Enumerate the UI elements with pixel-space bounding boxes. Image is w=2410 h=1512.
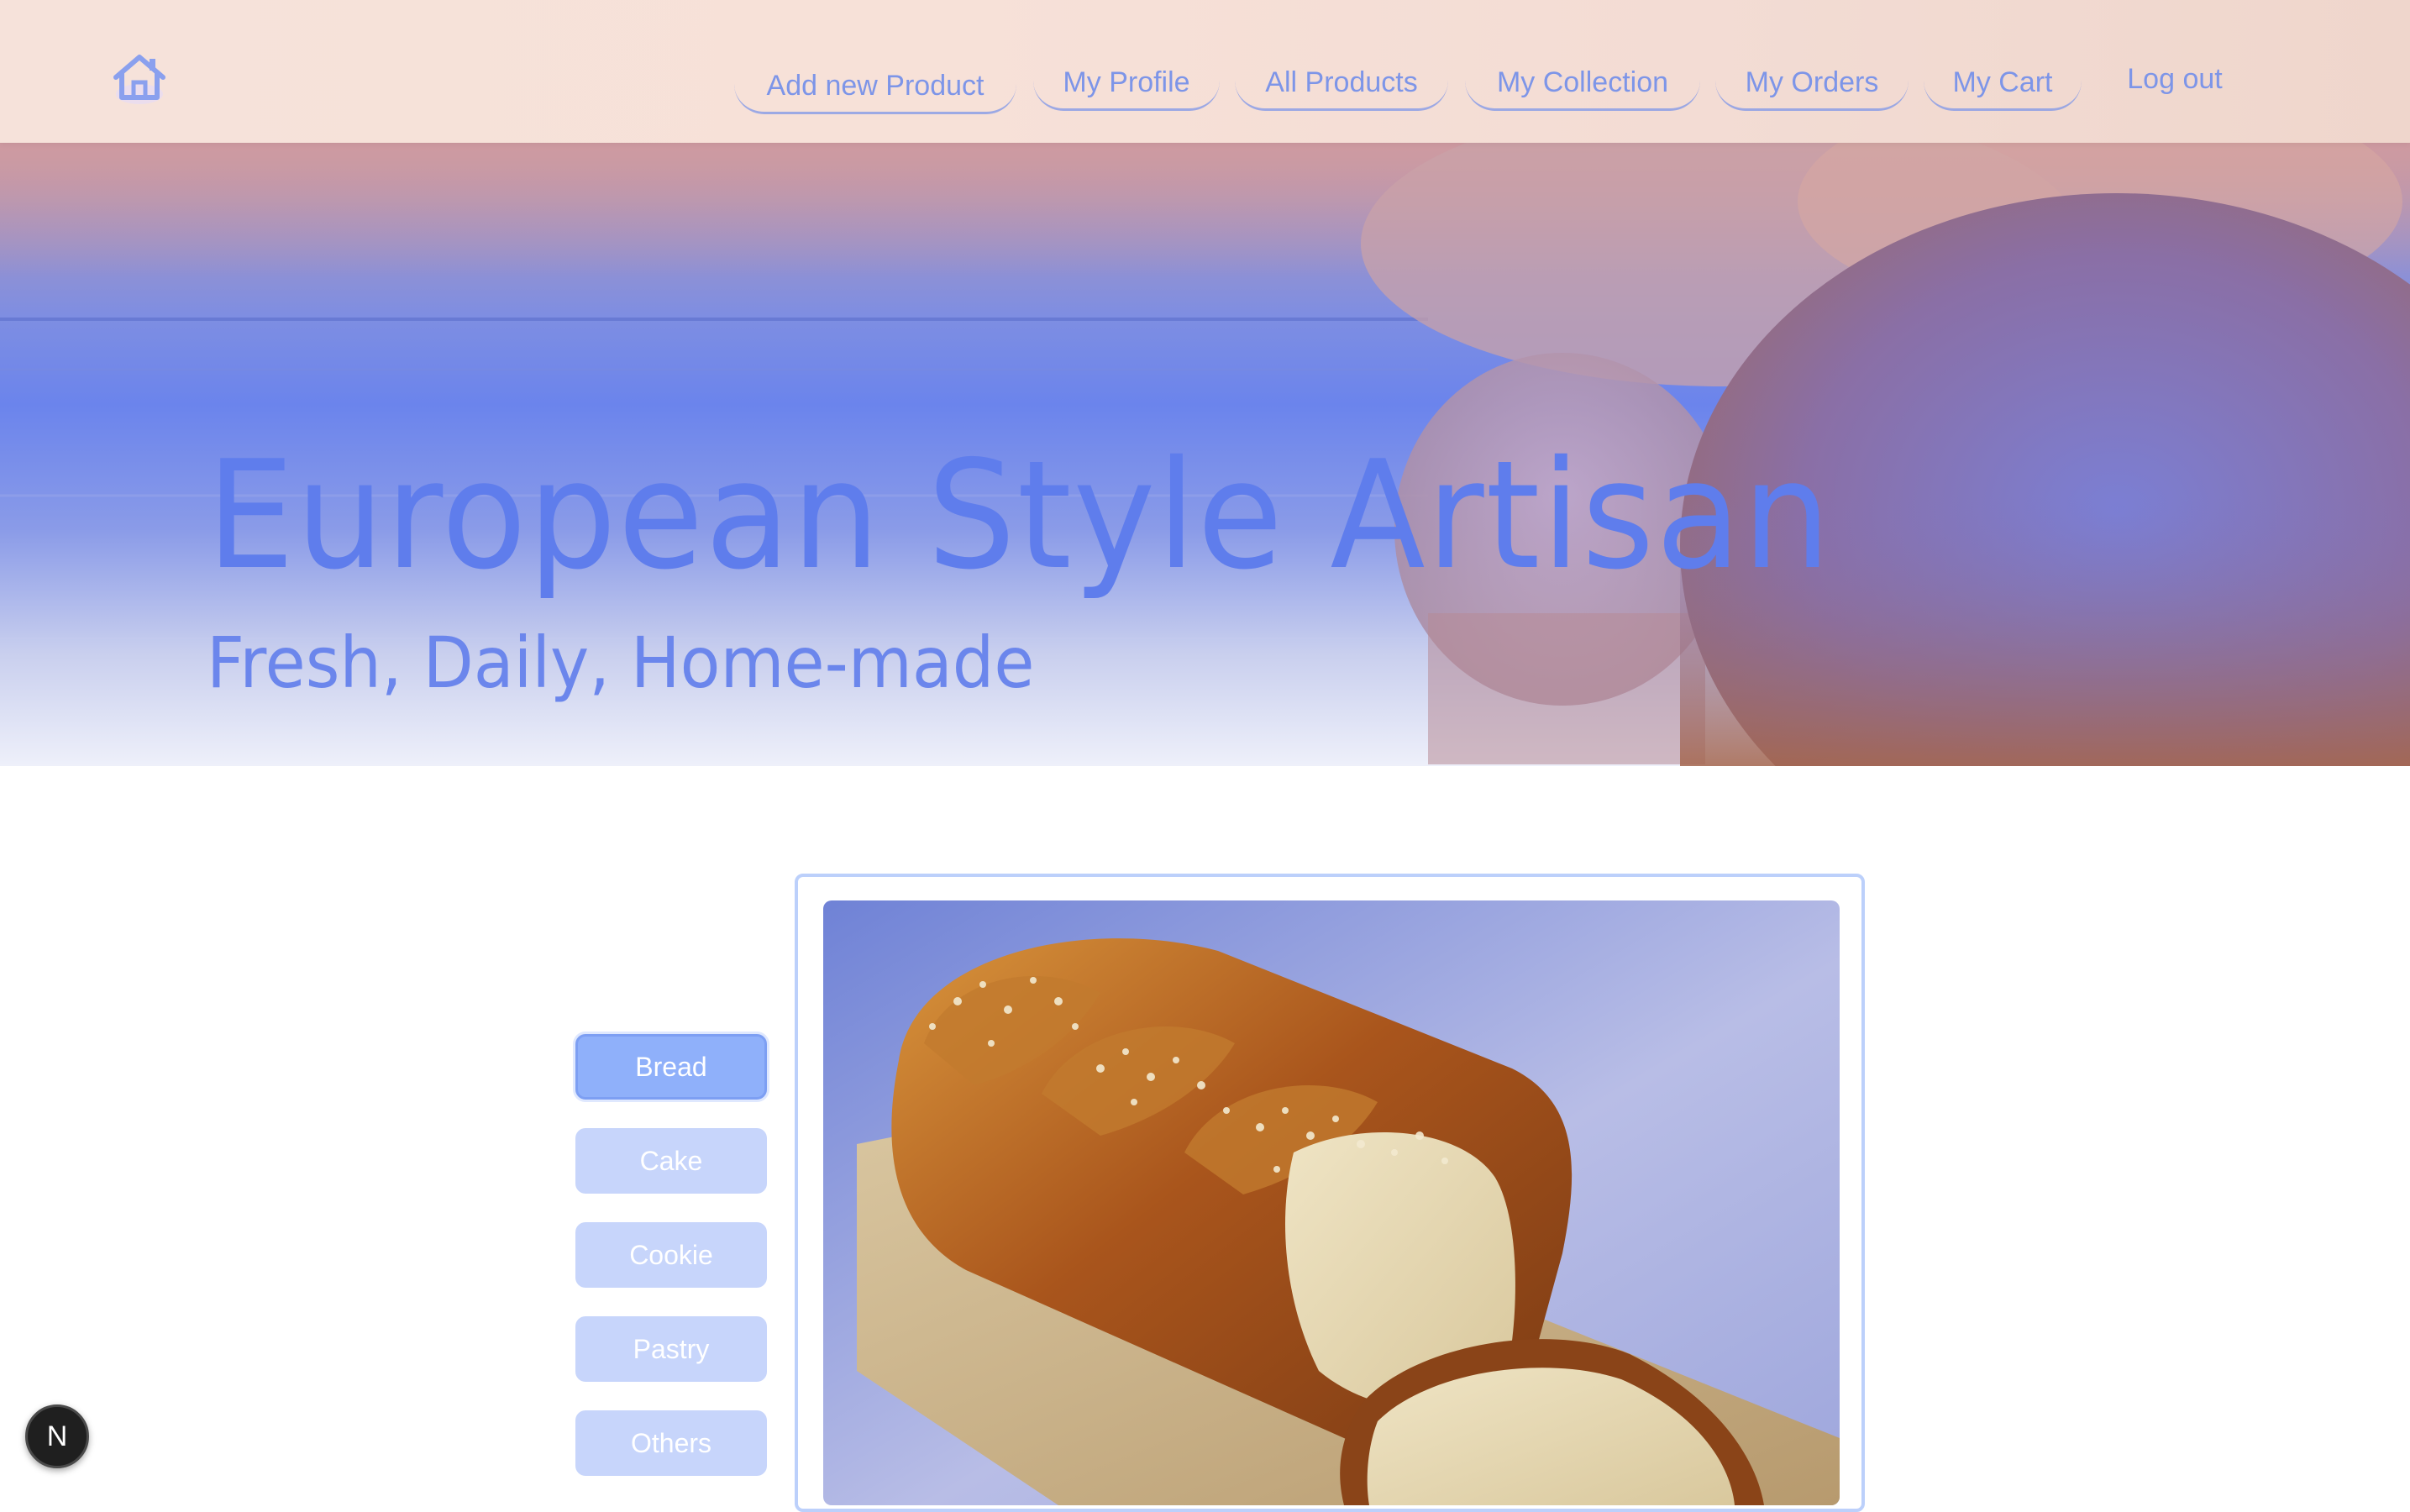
nav-my-cart[interactable]: My Cart [1924,59,2082,111]
product-card[interactable] [795,874,1865,1512]
category-cake-button[interactable]: Cake [575,1128,767,1194]
nav-log-out[interactable]: Log out [2097,55,2253,108]
home-icon[interactable] [111,50,168,108]
nextjs-dev-badge-icon[interactable]: N [25,1404,89,1468]
bread-loaf-photo[interactable] [823,900,1840,1505]
nav-my-collection[interactable]: My Collection [1465,59,1700,111]
nav-my-profile[interactable]: My Profile [1033,59,1220,111]
top-navbar: Add new Product My Profile All Products … [0,0,2410,143]
nav-add-new-product[interactable]: Add new Product [734,62,1016,114]
category-bread-button[interactable]: Bread [575,1034,767,1100]
nav-my-orders[interactable]: My Orders [1715,59,1909,111]
category-others-button[interactable]: Others [575,1410,767,1476]
category-pastry-button[interactable]: Pastry [575,1316,767,1382]
nav-all-products[interactable]: All Products [1235,59,1448,111]
category-cookie-button[interactable]: Cookie [575,1222,767,1288]
hero-banner: European Style Artisan Fresh, Daily, Hom… [0,143,2410,766]
hero-title: European Style Artisan [207,428,1833,602]
hero-subtitle: Fresh, Daily, Home-made [207,622,1035,704]
